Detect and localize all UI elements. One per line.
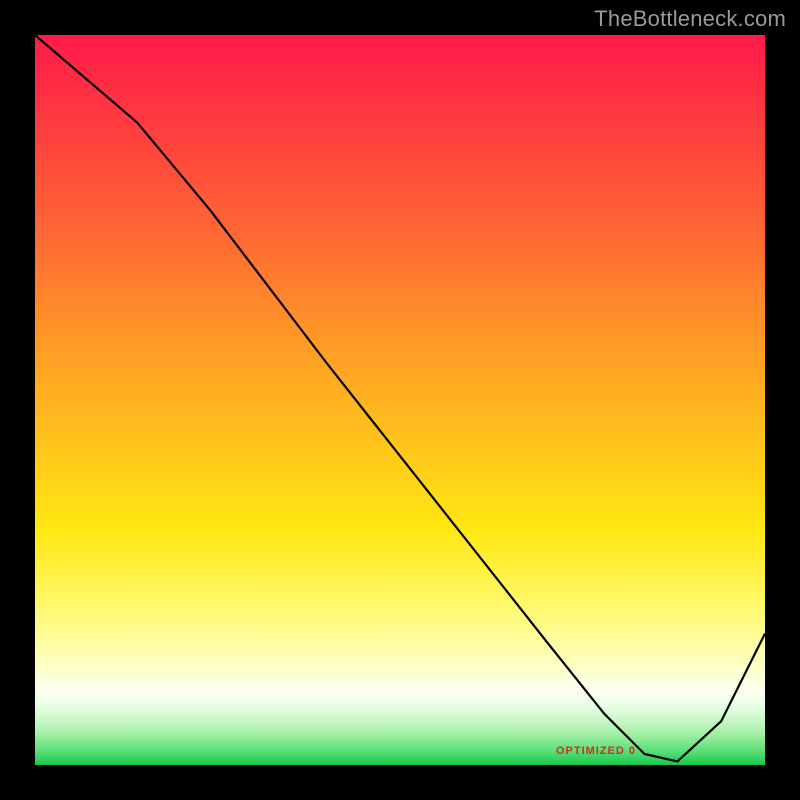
plot-area: [35, 35, 765, 765]
chart-container: TheBottleneck.com OPTIMIZED 0: [0, 0, 800, 800]
attribution-text: TheBottleneck.com: [594, 6, 786, 32]
bottom-label-text: OPTIMIZED 0: [556, 745, 636, 757]
bottom-label: OPTIMIZED 0: [35, 745, 765, 757]
line-series: [35, 35, 765, 765]
